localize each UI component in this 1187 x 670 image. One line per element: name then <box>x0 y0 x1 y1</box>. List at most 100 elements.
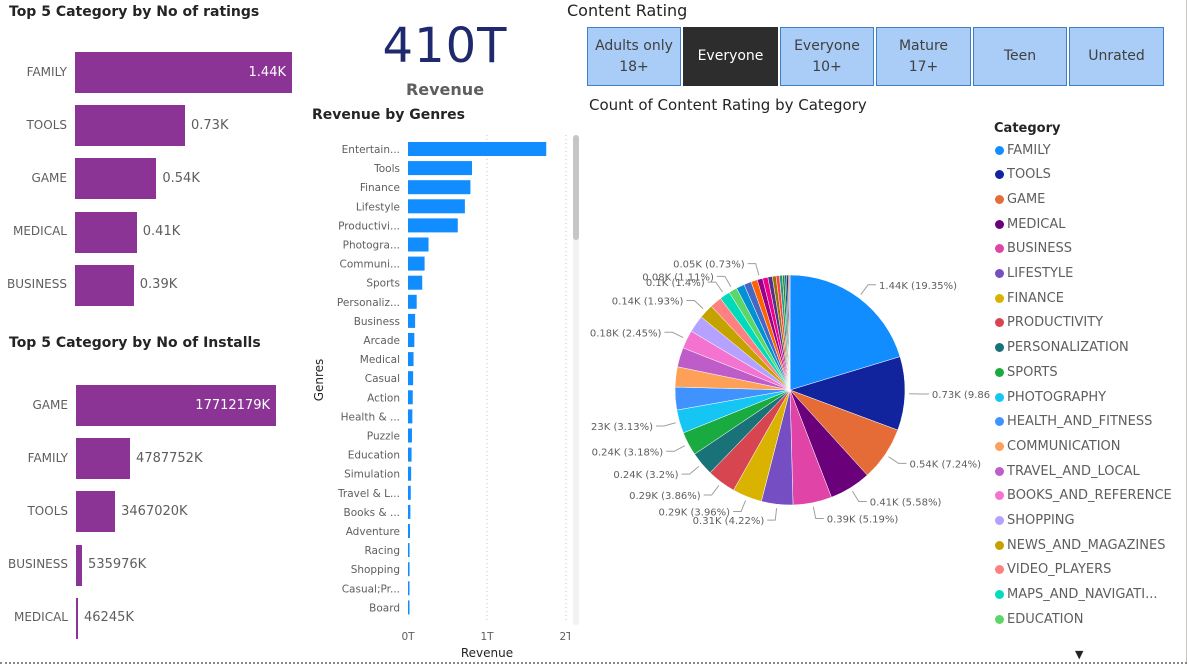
pie-leader-line <box>733 500 747 513</box>
genre-bar[interactable] <box>408 256 425 271</box>
x-axis-label: Revenue <box>461 646 513 660</box>
pie-leader-line <box>747 263 760 276</box>
pie-leader-line <box>860 284 877 295</box>
genre-bar[interactable] <box>408 466 412 481</box>
legend-item[interactable]: TOOLS <box>995 165 1051 185</box>
legend-label: BUSINESS <box>1007 241 1072 257</box>
bar[interactable] <box>76 491 116 533</box>
genre-bar[interactable] <box>408 524 410 538</box>
pie-data-label: 0.73K (9.86%) <box>932 390 990 401</box>
genre-label: Racing <box>364 545 400 557</box>
pie-leader-line <box>812 506 824 519</box>
genre-bar[interactable] <box>408 543 410 558</box>
content-rating-option[interactable]: Adults only 18+ <box>587 27 681 86</box>
genre-bar[interactable] <box>408 447 412 462</box>
legend-item[interactable]: PHOTOGRAPHY <box>995 387 1106 407</box>
legend-scroll-down-icon[interactable]: ▼ <box>1075 648 1083 661</box>
genre-bar[interactable] <box>408 428 412 443</box>
genre-label: Education <box>348 450 400 462</box>
genre-label: Arcade <box>363 335 400 347</box>
legend-item[interactable]: FINANCE <box>995 288 1064 308</box>
genre-bar[interactable] <box>408 237 429 252</box>
genre-bar[interactable] <box>408 600 410 615</box>
content-rating-option[interactable]: Everyone <box>683 27 778 86</box>
genre-bar[interactable] <box>408 161 472 176</box>
bar[interactable] <box>76 438 131 480</box>
legend-item[interactable]: NEWS_AND_MAGAZINES <box>995 535 1165 555</box>
genre-label: Business <box>354 316 400 328</box>
content-rating-option-label: Everyone <box>697 48 764 64</box>
genre-label: Tools <box>373 163 400 175</box>
genre-label: Communi... <box>340 259 400 271</box>
content-rating-option[interactable]: Unrated <box>1069 27 1164 86</box>
pie-data-label: 0.05K (0.73%) <box>673 260 745 271</box>
legend-dot-icon <box>995 540 1004 550</box>
bar[interactable] <box>75 158 157 200</box>
bar-category-label: MEDICAL <box>13 224 67 239</box>
bar[interactable] <box>76 597 78 639</box>
legend-label: HEALTH_AND_FITNESS <box>1007 414 1153 430</box>
bar-category-label: FAMILY <box>26 64 67 79</box>
revenue-kpi-value: 410T <box>382 18 508 74</box>
legend-item[interactable]: EDUCATION <box>995 609 1083 629</box>
bar[interactable] <box>75 211 137 253</box>
pie-chart-title: Count of Content Rating by Category <box>589 96 867 114</box>
pie-data-label: 0.29K (3.86%) <box>629 491 701 502</box>
legend-item[interactable]: PRODUCTIVITY <box>995 313 1103 333</box>
genre-bar[interactable] <box>408 275 423 290</box>
genre-bar[interactable] <box>408 180 471 195</box>
genre-bar[interactable] <box>408 333 415 347</box>
legend-item[interactable]: SPORTS <box>995 362 1058 382</box>
genre-label: Board <box>369 602 400 614</box>
pie-leader-line <box>767 508 778 521</box>
legend-item[interactable]: COMMUNICATION <box>995 436 1121 456</box>
legend-item[interactable]: LIFESTYLE <box>995 264 1073 284</box>
legend-item[interactable]: MAPS_AND_NAVIGATI... <box>995 585 1157 605</box>
genre-bar[interactable] <box>408 562 410 577</box>
genre-label: Personaliz... <box>337 297 400 309</box>
pie-data-label: 0.23K (3.13%) <box>590 422 653 433</box>
content-rating-option[interactable]: Everyone 10+ <box>780 27 874 86</box>
legend-item[interactable]: MEDICAL <box>995 214 1066 234</box>
genres-scrollbar-thumb[interactable] <box>573 135 579 240</box>
bar[interactable] <box>75 264 134 306</box>
legend-item[interactable]: GAME <box>995 189 1045 209</box>
legend-item[interactable]: SHOPPING <box>995 511 1075 531</box>
legend-item[interactable]: PERSONALIZATION <box>995 338 1129 358</box>
legend-item[interactable]: BOOKS_AND_REFERENCE <box>995 486 1172 506</box>
genre-bar[interactable] <box>408 581 410 596</box>
installs-chart-title: Top 5 Category by No of Installs <box>9 335 261 351</box>
genre-bar[interactable] <box>408 352 414 367</box>
genre-label: Lifestyle <box>356 201 400 213</box>
genre-bar[interactable] <box>408 294 417 309</box>
legend-label: PERSONALIZATION <box>1007 340 1129 356</box>
pie-leader-line <box>703 485 720 496</box>
content-rating-option[interactable]: Teen <box>973 27 1067 86</box>
bar-category-label: BUSINESS <box>8 557 68 572</box>
bar[interactable] <box>76 544 83 586</box>
genre-bar[interactable] <box>408 390 413 405</box>
bar-value-label: 1.44K <box>248 64 286 80</box>
genre-bar[interactable] <box>408 142 547 156</box>
legend-dot-icon <box>995 367 1004 377</box>
genre-bar[interactable] <box>408 313 416 328</box>
genre-bar[interactable] <box>408 409 413 424</box>
legend-item[interactable]: BUSINESS <box>995 239 1072 259</box>
pie-leader-line <box>716 275 732 287</box>
genre-bar[interactable] <box>408 218 458 233</box>
legend-item[interactable]: VIDEO_PLAYERS <box>995 560 1111 580</box>
bar[interactable] <box>75 105 185 147</box>
genre-bar[interactable] <box>408 371 414 386</box>
genre-bar[interactable] <box>408 504 411 519</box>
content-rating-option[interactable]: Mature 17+ <box>876 27 971 86</box>
legend-item[interactable]: FAMILY <box>995 140 1051 160</box>
genre-bar[interactable] <box>408 199 465 214</box>
genre-bar[interactable] <box>408 485 411 500</box>
genres-scrollbar-track[interactable] <box>573 135 579 625</box>
content-rating-option-label: Unrated <box>1088 48 1145 64</box>
legend-dot-icon <box>995 491 1004 501</box>
genre-label: Travel & L... <box>337 488 400 500</box>
legend-label: MEDICAL <box>1007 216 1066 232</box>
legend-item[interactable]: HEALTH_AND_FITNESS <box>995 412 1152 432</box>
legend-item[interactable]: TRAVEL_AND_LOCAL <box>995 461 1140 481</box>
